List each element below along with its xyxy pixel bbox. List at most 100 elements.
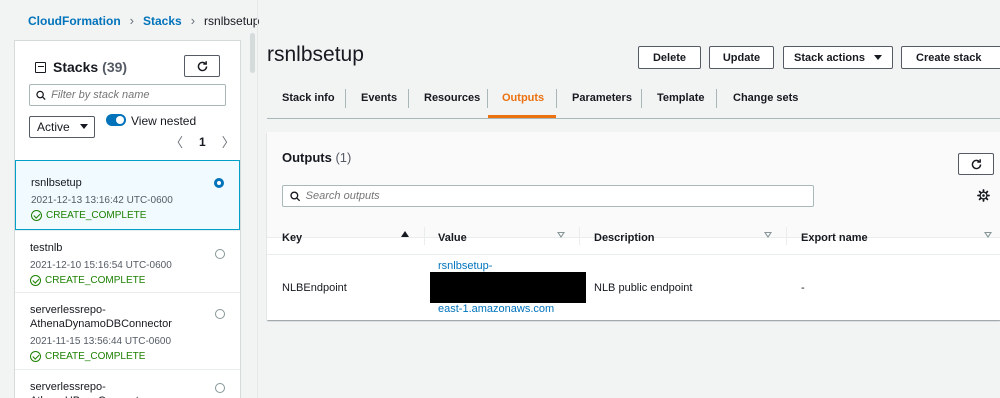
tab-separator — [345, 89, 346, 108]
caret-down-icon — [80, 124, 88, 129]
output-value-link-end[interactable]: east-1.amazonaws.com — [438, 303, 554, 315]
stack-select-radio[interactable] — [214, 178, 224, 188]
column-separator — [424, 227, 425, 245]
update-button[interactable]: Update — [709, 46, 774, 69]
column-header-export-name[interactable]: Export name — [801, 232, 868, 244]
tab-parameters[interactable]: Parameters — [572, 92, 632, 104]
sort-icon[interactable] — [984, 232, 992, 238]
sort-icon[interactable] — [557, 232, 565, 238]
stack-list-item[interactable]: rsnlbsetup 2021-12-13 13:16:42 UTC-0600 … — [15, 160, 240, 230]
chevron-left-icon[interactable]: 〈 — [170, 132, 183, 151]
stack-list-item[interactable]: serverlessrepo-AthenaHBaseConnecto — [15, 369, 240, 398]
stack-list-item[interactable]: serverlessrepo-AthenaDynamoDBConnector 2… — [15, 292, 240, 369]
create-stack-label: Create stack — [916, 51, 982, 64]
sort-ascending-icon[interactable] — [401, 231, 409, 237]
settings-gear-icon[interactable] — [977, 189, 990, 202]
stack-status-select-value: Active — [37, 120, 70, 134]
stack-status: CREATE_COMPLETE — [30, 351, 212, 362]
stack-status: CREATE_COMPLETE — [31, 210, 211, 221]
outputs-count: (1) — [335, 150, 352, 165]
stack-select-radio[interactable] — [215, 383, 225, 393]
tab-separator — [716, 89, 717, 108]
outputs-table-header: Key Value Description Export name — [267, 220, 1000, 254]
update-button-label: Update — [722, 51, 761, 64]
sort-icon[interactable] — [764, 232, 772, 238]
outputs-title-text: Outputs — [282, 150, 332, 165]
chevron-right-icon[interactable]: 〉 — [222, 132, 235, 151]
stacks-panel-title: Stacks — [53, 59, 99, 75]
tab-separator — [641, 89, 642, 108]
stack-detail-tabs: Stack info Events Resources Outputs Para… — [267, 78, 1000, 119]
tab-separator — [556, 89, 557, 108]
tab-separator — [408, 89, 409, 108]
delete-button-label: Delete — [652, 51, 687, 64]
output-export-name: - — [801, 282, 805, 294]
stack-name: rsnlbsetup — [31, 177, 82, 189]
tab-change-sets[interactable]: Change sets — [733, 92, 798, 104]
stack-name: serverlessrepo-AthenaDynamoDBConnector — [30, 304, 172, 330]
current-page-number[interactable]: 1 — [199, 135, 206, 149]
success-check-icon — [30, 351, 41, 362]
active-tab-indicator — [488, 115, 556, 118]
stack-actions-label: Stack actions — [794, 51, 865, 64]
output-key: NLBEndpoint — [282, 282, 347, 294]
output-description: NLB public endpoint — [594, 282, 693, 294]
table-row: NLBEndpoint rsnlbsetup- east-1.amazonaws… — [267, 254, 1000, 320]
stack-name: serverlessrepo-AthenaHBaseConnecto — [30, 381, 145, 398]
create-stack-button[interactable]: Create stack — [901, 46, 1000, 69]
stacks-refresh-button[interactable] — [184, 55, 220, 77]
stack-name: testnlb — [30, 242, 63, 254]
breadcrumb-cloudformation-link[interactable]: CloudFormation — [28, 14, 121, 28]
stacks-count: (39) — [102, 59, 128, 75]
outputs-title: Outputs (1) — [282, 150, 351, 165]
outputs-refresh-button[interactable] — [958, 153, 994, 175]
redacted-block — [430, 272, 586, 303]
breadcrumb-stacks-link[interactable]: Stacks — [143, 14, 182, 28]
outputs-search-input[interactable] — [305, 190, 813, 202]
search-icon — [290, 190, 301, 201]
breadcrumb: CloudFormation › Stacks › rsnlbsetup — [28, 13, 259, 28]
page-title: rsnlbsetup — [267, 43, 364, 66]
stack-status-text: CREATE_COMPLETE — [45, 275, 146, 286]
view-nested-toggle[interactable] — [106, 114, 126, 126]
stack-filter-input[interactable] — [51, 89, 225, 101]
stack-actions-button[interactable]: Stack actions — [783, 46, 893, 69]
stack-status-select[interactable]: Active — [29, 116, 95, 138]
tab-separator — [487, 89, 488, 108]
collapse-panel-icon[interactable] — [35, 61, 46, 73]
stack-created-date: 2021-12-13 13:16:42 UTC-0600 — [31, 195, 173, 206]
panel-divider — [257, 0, 258, 398]
stack-list-item[interactable]: testnlb 2021-12-10 15:16:54 UTC-0600 CRE… — [15, 230, 240, 292]
success-check-icon — [30, 275, 41, 286]
breadcrumb-current: rsnlbsetup — [204, 13, 260, 28]
stack-filter-field[interactable] — [29, 84, 226, 106]
refresh-icon — [197, 60, 207, 71]
tab-outputs[interactable]: Outputs — [502, 92, 544, 104]
column-header-value[interactable]: Value — [438, 232, 467, 244]
breadcrumb-separator-icon: › — [190, 13, 196, 28]
breadcrumb-separator-icon: › — [129, 13, 134, 28]
column-header-description[interactable]: Description — [594, 232, 655, 244]
panel-resize-handle[interactable] — [250, 33, 255, 73]
stack-created-date: 2021-12-10 15:16:54 UTC-0600 — [30, 260, 172, 271]
outputs-panel: Outputs (1) Key Value Description Export… — [267, 132, 1000, 320]
stacks-panel: Stacks (39) Active View nested 〈 1 〉 rsn… — [14, 40, 241, 398]
tab-stack-info[interactable]: Stack info — [282, 92, 335, 104]
stack-select-radio[interactable] — [215, 249, 225, 259]
column-separator — [786, 227, 787, 245]
stack-status: CREATE_COMPLETE — [30, 275, 212, 286]
outputs-search-field[interactable] — [282, 185, 814, 207]
output-value-link[interactable]: rsnlbsetup- — [438, 260, 492, 272]
tab-resources[interactable]: Resources — [424, 92, 480, 104]
stack-select-radio[interactable] — [215, 309, 225, 319]
stacks-panel-header: Stacks (39) — [35, 59, 127, 75]
success-check-icon — [31, 210, 42, 221]
column-header-key[interactable]: Key — [282, 232, 302, 244]
column-separator — [579, 227, 580, 245]
stack-created-date: 2021-11-15 13:56:44 UTC-0600 — [30, 336, 172, 347]
delete-button[interactable]: Delete — [638, 46, 701, 69]
search-icon — [36, 90, 46, 100]
tab-events[interactable]: Events — [361, 92, 397, 104]
stack-status-text: CREATE_COMPLETE — [46, 210, 147, 221]
tab-template[interactable]: Template — [657, 92, 704, 104]
